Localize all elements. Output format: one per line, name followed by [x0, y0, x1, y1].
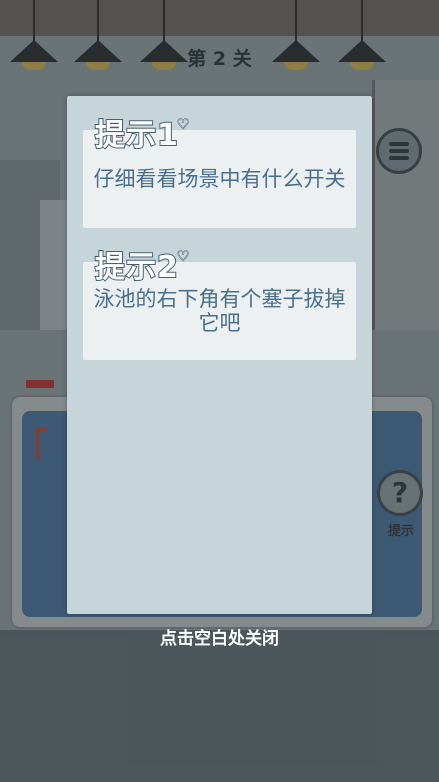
hints-panel: 提示1♡ 仔细看看场景中有什么开关 提示2♡ 泳池的右下角有个塞子拔掉它吧	[67, 96, 372, 614]
close-tip: 点击空白处关闭	[160, 629, 279, 649]
heart-icon: ♡	[176, 249, 191, 266]
hint-title: 提示1♡	[94, 117, 191, 155]
hint-text: 仔细看看场景中有什么开关	[93, 167, 346, 191]
hint-title: 提示2♡	[94, 249, 191, 287]
heart-icon: ♡	[176, 117, 191, 134]
hint-text: 泳池的右下角有个塞子拔掉它吧	[93, 287, 346, 335]
